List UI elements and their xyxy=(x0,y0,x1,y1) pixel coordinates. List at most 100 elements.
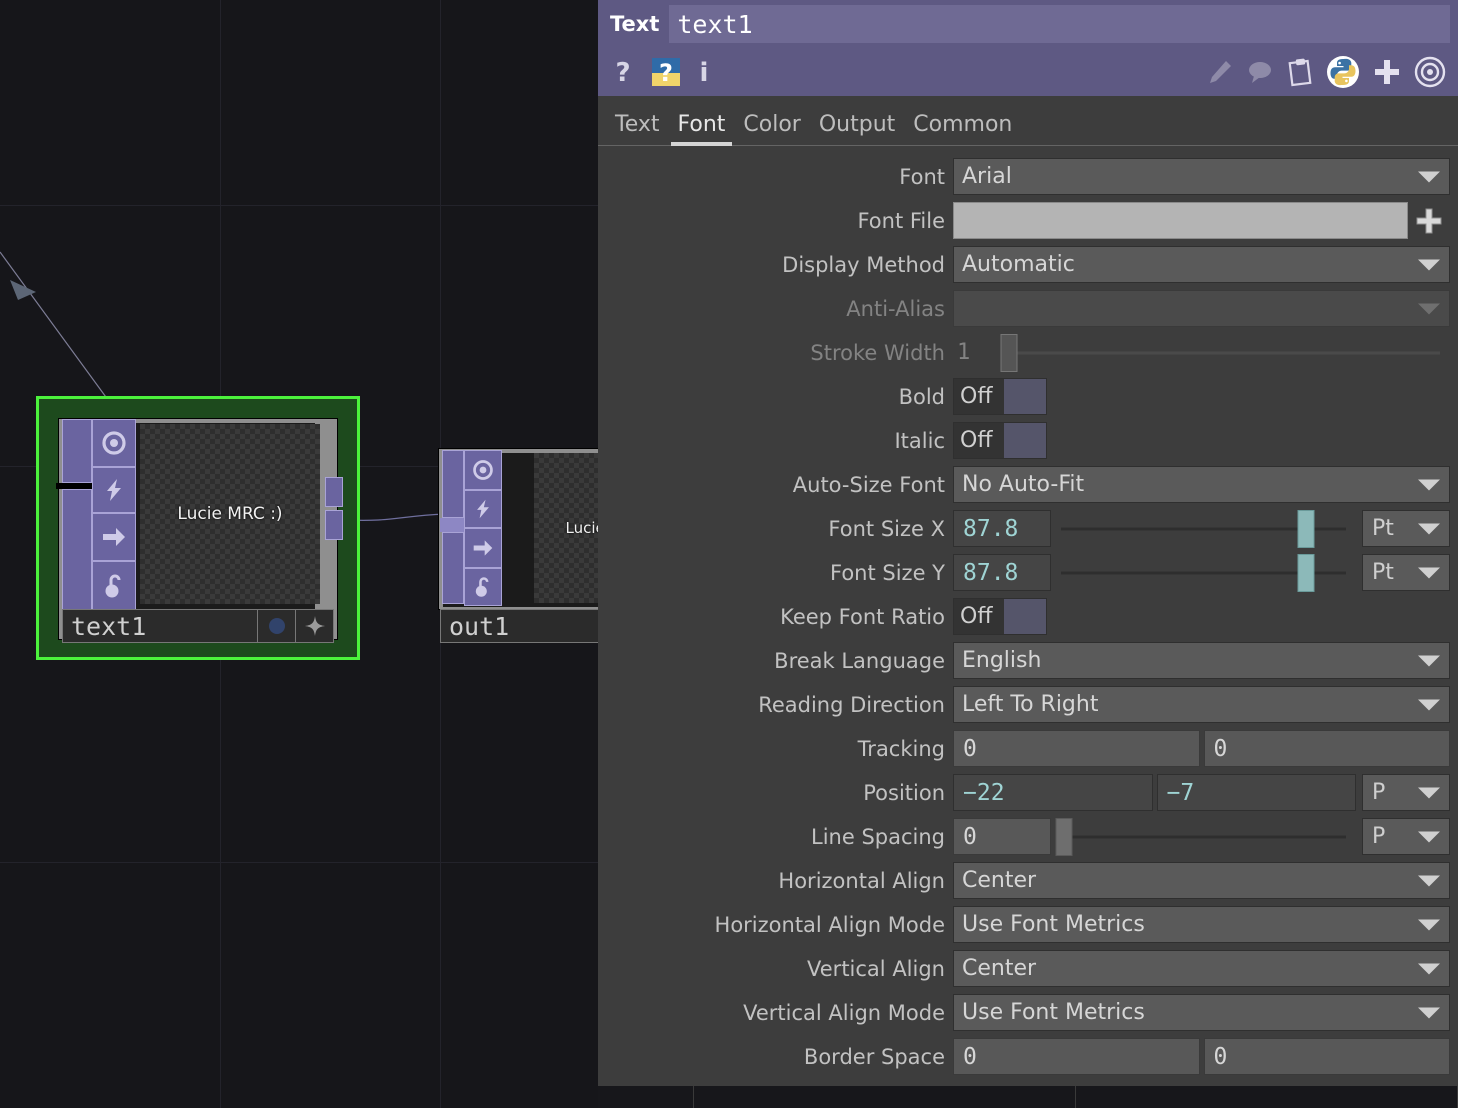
tracking-x-input[interactable]: 0 xyxy=(953,730,1200,767)
node-output-port-b[interactable] xyxy=(325,510,343,540)
horizontal-align-mode-dropdown[interactable]: Use Font Metrics xyxy=(953,906,1450,943)
line-spacing-value: 0 xyxy=(963,823,977,850)
tab-text[interactable]: Text xyxy=(606,112,669,145)
node-graph-canvas[interactable]: Lucie MRC :) text1 Luci out1 xyxy=(0,0,600,1108)
reading-direction-dropdown[interactable]: Left To Right xyxy=(953,686,1450,723)
font-file-add-plus-icon[interactable] xyxy=(1408,206,1450,236)
param-row-reading-direction: Reading Direction Left To Right xyxy=(598,684,1458,725)
position-y-value: −7 xyxy=(1166,779,1195,806)
node-out1-preview-text: Lucie M xyxy=(565,519,600,537)
font-size-x-input[interactable]: 87.8 xyxy=(953,510,1051,547)
comment-bubble-icon[interactable] xyxy=(1246,58,1274,86)
svg-text:?: ? xyxy=(615,58,630,87)
position-unit-dropdown[interactable]: P xyxy=(1362,774,1450,811)
node-name-input[interactable]: text1 xyxy=(669,5,1450,43)
chevron-down-icon xyxy=(1418,919,1440,930)
pencil-icon[interactable] xyxy=(1206,58,1234,86)
clipboard-icon[interactable] xyxy=(1286,57,1314,87)
svg-text:i: i xyxy=(700,58,709,87)
auto-size-font-dropdown[interactable]: No Auto-Fit xyxy=(953,466,1450,503)
info-icon[interactable]: i xyxy=(696,57,712,87)
slider-handle[interactable] xyxy=(1297,509,1315,548)
param-row-bold: Bold Off xyxy=(598,376,1458,417)
anti-alias-dropdown xyxy=(953,290,1450,327)
tab-font[interactable]: Font xyxy=(669,112,735,146)
stroke-width-value: 1 xyxy=(957,340,971,365)
font-size-x-slider[interactable] xyxy=(1061,509,1346,548)
unlock-icon[interactable] xyxy=(464,568,502,606)
param-label-horizontal-align: Horizontal Align xyxy=(778,868,945,893)
keep-font-ratio-toggle[interactable]: Off xyxy=(953,598,1047,635)
bold-toggle[interactable]: Off xyxy=(953,378,1047,415)
auto-size-font-value: No Auto-Fit xyxy=(962,472,1085,497)
center-target-icon[interactable] xyxy=(1414,56,1446,88)
font-size-x-value: 87.8 xyxy=(963,515,1019,542)
chevron-down-icon xyxy=(1418,171,1440,182)
font-dropdown[interactable]: Arial xyxy=(953,158,1450,195)
node-out1-input-column-2[interactable] xyxy=(442,532,464,604)
horizontal-align-dropdown[interactable]: Center xyxy=(953,862,1450,899)
display-method-dropdown[interactable]: Automatic xyxy=(953,246,1450,283)
vertical-align-mode-dropdown[interactable]: Use Font Metrics xyxy=(953,994,1450,1031)
line-spacing-slider[interactable] xyxy=(1055,817,1346,856)
font-size-y-input[interactable]: 87.8 xyxy=(953,554,1051,591)
italic-value: Off xyxy=(960,428,993,453)
chevron-down-icon xyxy=(1418,259,1440,270)
render-lightning-icon[interactable] xyxy=(464,490,502,528)
node-out1-preview-bar xyxy=(504,453,534,603)
position-y-input[interactable]: −7 xyxy=(1156,774,1356,811)
node-output-port-a[interactable] xyxy=(325,477,343,507)
blue-dot-icon[interactable] xyxy=(257,610,295,642)
param-row-font-file: Font File xyxy=(598,200,1458,241)
param-row-vertical-align: Vertical Align Center xyxy=(598,948,1458,989)
viewer-target-icon[interactable] xyxy=(92,419,136,467)
line-spacing-unit-dropdown[interactable]: P xyxy=(1362,818,1450,855)
node-input-column[interactable] xyxy=(62,419,92,483)
position-x-input[interactable]: −22 xyxy=(953,774,1153,811)
border-space-x-input[interactable]: 0 xyxy=(953,1038,1200,1075)
param-row-anti-alias: Anti-Alias xyxy=(598,288,1458,329)
param-row-italic: Italic Off xyxy=(598,420,1458,461)
tracking-y-input[interactable]: 0 xyxy=(1203,730,1450,767)
node-name-bar[interactable]: text1 xyxy=(62,609,334,643)
slider-handle[interactable] xyxy=(1055,817,1073,856)
line-spacing-input[interactable]: 0 xyxy=(953,818,1051,855)
chevron-down-icon xyxy=(1418,699,1440,710)
font-file-input[interactable] xyxy=(953,202,1408,239)
font-size-x-unit-dropdown[interactable]: Pt xyxy=(1362,510,1450,547)
node-out1-name-bar[interactable]: out1 xyxy=(440,609,600,643)
render-lightning-icon[interactable] xyxy=(92,467,136,513)
node-name-value: text1 xyxy=(677,9,753,39)
viewer-target-icon[interactable] xyxy=(464,450,502,490)
font-size-y-unit-dropdown[interactable]: Pt xyxy=(1362,554,1450,591)
tab-color[interactable]: Color xyxy=(734,112,809,145)
preview-arrow-icon[interactable] xyxy=(92,513,136,561)
help-question-icon[interactable]: ? xyxy=(610,57,636,87)
slider-handle[interactable] xyxy=(1297,553,1315,592)
plus-icon[interactable] xyxy=(1372,57,1402,87)
font-size-y-slider[interactable] xyxy=(1061,553,1346,592)
manual-book-icon[interactable]: ? xyxy=(650,56,682,88)
node-out1-input-tab[interactable] xyxy=(440,518,466,532)
font-value: Arial xyxy=(962,164,1012,189)
node-out1-input-column[interactable] xyxy=(442,450,464,518)
vertical-align-dropdown[interactable]: Center xyxy=(953,950,1450,987)
param-row-horizontal-align-mode: Horizontal Align Mode Use Font Metrics xyxy=(598,904,1458,945)
preview-arrow-icon[interactable] xyxy=(464,528,502,568)
node-input-column-2[interactable] xyxy=(62,489,92,611)
chevron-down-icon xyxy=(1418,963,1440,974)
python-icon[interactable] xyxy=(1326,55,1360,89)
tab-output[interactable]: Output xyxy=(810,112,904,145)
sparkle-icon[interactable] xyxy=(295,610,333,642)
unlock-icon[interactable] xyxy=(92,561,136,611)
param-row-auto-size-font: Auto-Size Font No Auto-Fit xyxy=(598,464,1458,505)
italic-toggle[interactable]: Off xyxy=(953,422,1047,459)
chevron-down-icon xyxy=(1418,831,1440,842)
display-method-value: Automatic xyxy=(962,252,1075,277)
horizontal-align-value: Center xyxy=(962,868,1037,893)
vertical-align-value: Center xyxy=(962,956,1037,981)
break-language-dropdown[interactable]: English xyxy=(953,642,1450,679)
tracking-y-value: 0 xyxy=(1213,735,1228,762)
tab-common[interactable]: Common xyxy=(904,112,1021,145)
border-space-y-input[interactable]: 0 xyxy=(1203,1038,1450,1075)
